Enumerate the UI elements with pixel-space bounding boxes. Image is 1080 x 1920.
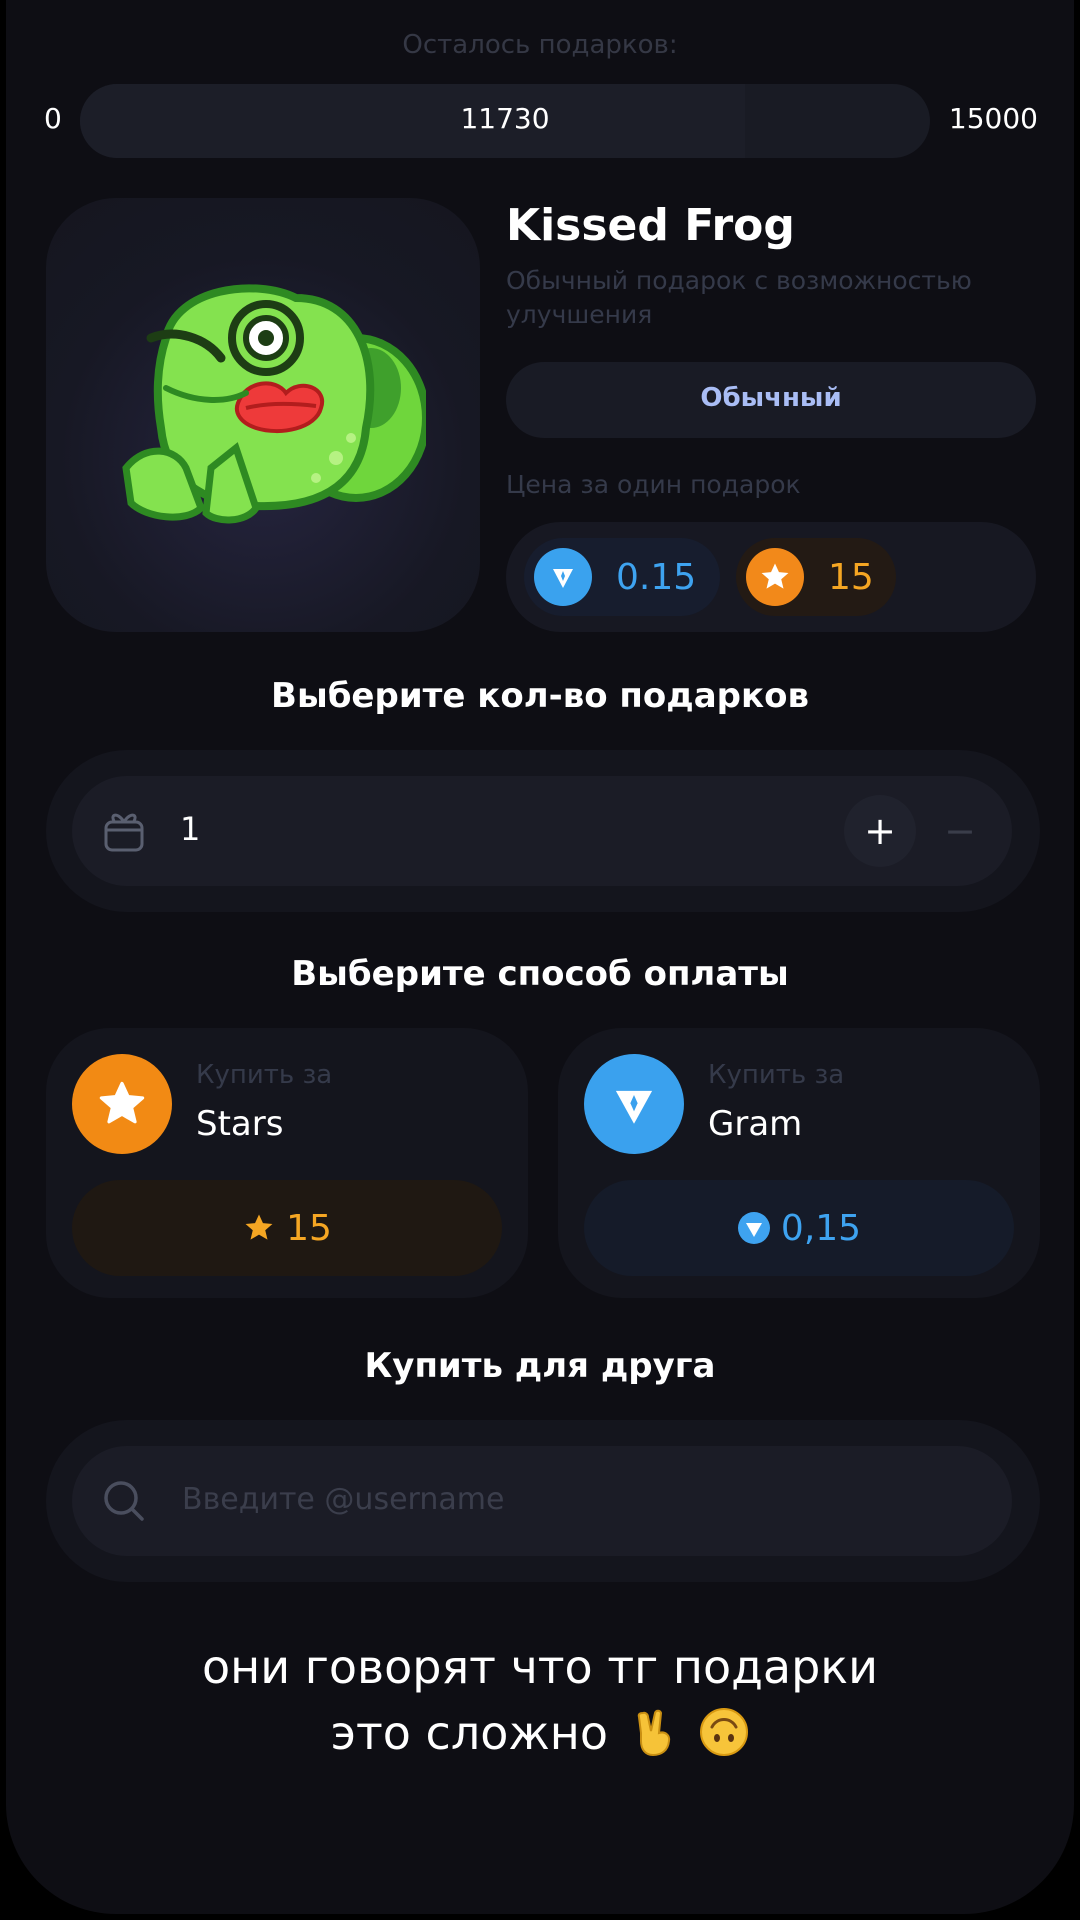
caption-line-2: это сложно [6,1700,1074,1766]
gift-preview-card [46,198,480,632]
rarity-badge: Обычный [506,362,1036,438]
progress-max-label: 15000 [948,102,1038,135]
quantity-stepper: 1 + − [72,776,1012,886]
remaining-progress: 0 11730 15000 [6,84,1074,158]
quantity-section-title: Выберите кол-во подарков [271,676,809,716]
price-ton-chip: 0.15 [524,538,720,616]
pay-gram-subtitle: Купить за [708,1060,845,1090]
pay-gram-title: Gram [708,1104,803,1144]
caption-line-2-text: это сложно [330,1706,609,1760]
price-stars-chip: 15 [736,538,896,616]
diamond-icon [737,1212,770,1244]
app-screen: Осталось подарков: 0 11730 15000 Kissed … [6,0,1074,1914]
diamond-icon [534,548,592,606]
pay-gram-amount: 0,15 [780,1207,862,1249]
price-row: 0.15 15 [506,522,1036,632]
video-caption: они говорят что тг подарки это сложно [6,1634,1074,1766]
progress-track: 11730 [80,84,930,158]
remaining-title: Осталось подарков: [402,30,678,60]
caption-line-1: они говорят что тг подарки [201,1640,878,1694]
buy-for-friend-title: Купить для друга [364,1346,716,1386]
diamond-icon [584,1054,684,1154]
kissed-frog-sticker [122,284,426,524]
gift-description: Обычный подарок с возможностью улучшения [506,266,972,329]
decrease-quantity-button[interactable]: − [924,795,996,867]
price-ton-value: 0.15 [616,556,697,598]
username-search-input[interactable]: Введите @username [72,1446,1012,1556]
pay-gram-button[interactable]: 0,15 [584,1180,1014,1276]
search-icon [104,1481,144,1521]
pay-with-stars-card: Купить за Stars 15 [46,1028,528,1298]
quantity-card: 1 + − [46,750,1040,912]
progress-current-value: 11730 [460,102,550,135]
upside-down-face-emoji [700,1708,749,1756]
star-icon [245,1214,273,1240]
friend-card: Введите @username [46,1420,1040,1582]
username-placeholder: Введите @username [182,1482,505,1517]
pay-stars-title: Stars [196,1104,284,1144]
price-per-gift-label: Цена за один подарок [506,470,801,499]
star-icon [746,548,804,606]
price-stars-value: 15 [828,556,874,598]
gift-icon [104,813,144,852]
gift-name: Kissed Frog [506,200,795,251]
pay-stars-amount: 15 [286,1207,332,1249]
quantity-input[interactable]: 1 [180,810,200,848]
pay-with-gram-card: Купить за Gram 0,15 [558,1028,1040,1298]
increase-quantity-button[interactable]: + [844,795,916,867]
victory-hand-emoji [637,1709,670,1757]
progress-min-label: 0 [44,102,62,135]
star-icon [72,1054,172,1154]
pay-stars-subtitle: Купить за [196,1060,333,1090]
rarity-label: Обычный [700,383,842,413]
payment-section-title: Выберите способ оплаты [291,954,789,994]
pay-stars-button[interactable]: 15 [72,1180,502,1276]
